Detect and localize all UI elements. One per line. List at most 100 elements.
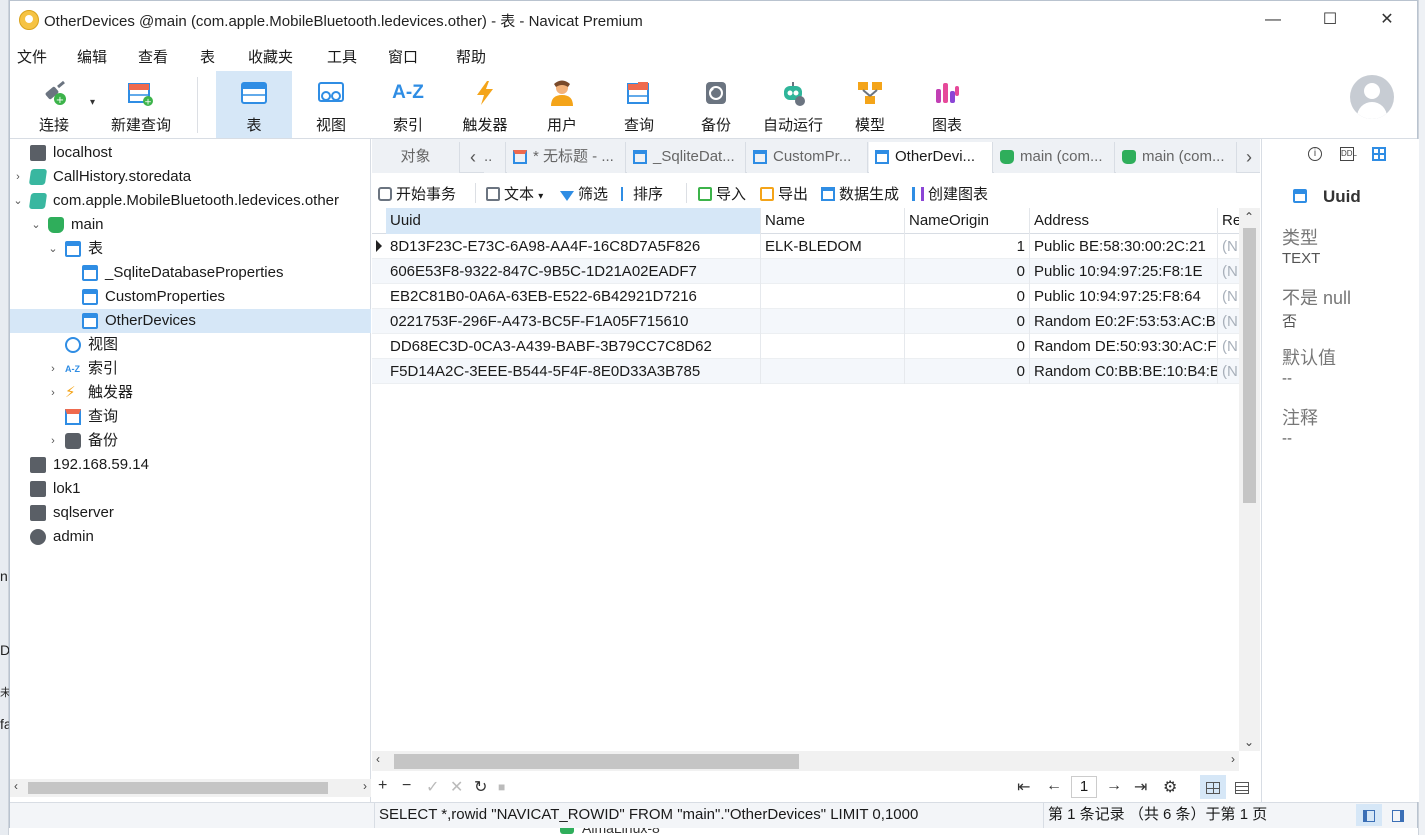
tree-item[interactable]: 192.168.59.14 <box>10 453 371 477</box>
table-row[interactable]: DD68EC3D-0CA3-A439-BABF-3B79CC7C8D62 0 Ran… <box>372 334 1239 359</box>
cell-uuid[interactable]: DD68EC3D-0CA3-A439-BABF-3B79CC7C8D62 <box>386 334 761 359</box>
cell-nameorigin[interactable]: 0 <box>905 359 1030 384</box>
page-number-input[interactable]: 1 <box>1071 776 1097 798</box>
tree-item[interactable]: 查询 <box>10 405 371 429</box>
user-button[interactable]: 用户 <box>524 71 600 138</box>
query-button[interactable]: 查询 <box>601 71 677 138</box>
tab-item[interactable]: main (com... <box>994 142 1115 173</box>
tree-item[interactable]: ⌄ 表 <box>10 237 371 261</box>
tree-item[interactable]: ⌄ main <box>10 213 371 237</box>
next-page-button[interactable]: → <box>1106 777 1122 795</box>
cell-re[interactable]: (N <box>1218 284 1239 309</box>
tab-scroll-left-icon[interactable]: ‹ <box>462 142 484 173</box>
cell-re[interactable]: (N <box>1218 334 1239 359</box>
menu-view[interactable]: 查看 <box>138 46 168 67</box>
column-header-re[interactable]: Re <box>1218 208 1239 234</box>
menu-table[interactable]: 表 <box>200 46 215 67</box>
tab-item[interactable]: .. <box>484 142 506 173</box>
collapse-arrow-icon[interactable]: ⌄ <box>30 213 42 237</box>
refresh-button[interactable]: ↻ <box>474 777 487 797</box>
tree-item[interactable]: › CallHistory.storedata <box>10 165 371 189</box>
cell-uuid[interactable]: F5D14A2C-3EEE-B544-5F4F-8E0D33A3B785 <box>386 359 761 384</box>
connect-button[interactable]: + 连接 <box>16 71 92 138</box>
table-row[interactable]: 8D13F23C-E73C-6A98-AA4F-16C8D7A5F826 ELK-… <box>372 234 1239 259</box>
begin-transaction-button[interactable]: 开始事务 <box>378 183 456 204</box>
add-record-button[interactable]: + <box>378 777 387 795</box>
tree-item[interactable]: 视图 <box>10 333 371 357</box>
table-row[interactable]: 606E53F8-9322-847C-9B5C-1D21A02EADF7 0 Pub… <box>372 259 1239 284</box>
toggle-nav-pane-button[interactable] <box>1356 804 1382 826</box>
minimize-button[interactable]: — <box>1250 5 1296 35</box>
text-button[interactable]: 文本 ▾ <box>486 183 543 204</box>
collapse-arrow-icon[interactable]: ⌄ <box>47 237 59 261</box>
tree-item[interactable]: CustomProperties <box>10 285 371 309</box>
discard-changes-button[interactable]: ✕ <box>450 777 463 797</box>
scroll-right-icon[interactable]: › <box>363 779 367 793</box>
tree-item[interactable]: admin <box>10 525 371 549</box>
column-header-name[interactable]: Name <box>761 208 905 234</box>
last-page-button[interactable]: ⇥ <box>1134 777 1147 797</box>
menu-edit[interactable]: 编辑 <box>77 46 107 67</box>
info-fields-icon[interactable] <box>1370 147 1388 165</box>
tree-item[interactable]: › A-Z 索引 <box>10 357 371 381</box>
index-button[interactable]: A-Z 索引 <box>370 71 446 138</box>
apply-changes-button[interactable]: ✓ <box>426 777 439 797</box>
user-avatar[interactable] <box>1350 75 1394 119</box>
cell-address[interactable]: Public BE:58:30:00:2C:21 <box>1030 234 1218 259</box>
tree-item[interactable]: ⌄ com.apple.MobileBluetooth.ledevices.oth… <box>10 189 371 213</box>
data-generation-button[interactable]: 数据生成 <box>821 183 899 204</box>
grid-vertical-scrollbar[interactable]: ⌃ ⌄ <box>1239 208 1260 751</box>
close-button[interactable]: ✕ <box>1364 5 1410 35</box>
collapse-arrow-icon[interactable]: ⌄ <box>12 189 24 213</box>
menu-help[interactable]: 帮助 <box>456 46 486 67</box>
cell-nameorigin[interactable]: 0 <box>905 309 1030 334</box>
form-view-button[interactable] <box>1229 775 1255 799</box>
tab-item[interactable]: CustomPr... <box>747 142 868 173</box>
column-header-address[interactable]: Address <box>1030 208 1218 234</box>
info-general-icon[interactable]: i <box>1308 147 1322 161</box>
stop-button[interactable]: ■ <box>498 780 505 794</box>
cell-name[interactable] <box>761 359 905 384</box>
cell-address[interactable]: Public 10:94:97:25:F8:64 <box>1030 284 1218 309</box>
cell-uuid[interactable]: 606E53F8-9322-847C-9B5C-1D21A02EADF7 <box>386 259 761 284</box>
menu-tools[interactable]: 工具 <box>327 46 357 67</box>
expand-arrow-icon[interactable]: › <box>12 165 24 189</box>
new-query-button[interactable]: + 新建查询 <box>98 71 184 138</box>
cell-nameorigin[interactable]: 0 <box>905 334 1030 359</box>
scroll-left-icon[interactable]: ‹ <box>14 779 18 793</box>
grid-horizontal-scrollbar[interactable]: ‹ › <box>372 751 1239 771</box>
cell-name[interactable] <box>761 309 905 334</box>
tab-scroll-right-icon[interactable]: › <box>1238 142 1260 173</box>
scroll-left-icon[interactable]: ‹ <box>376 752 380 766</box>
cell-name[interactable] <box>761 284 905 309</box>
tree-item[interactable]: lok1 <box>10 477 371 501</box>
trigger-button[interactable]: 触发器 <box>447 71 523 138</box>
tab-item[interactable]: _SqliteDat... <box>627 142 746 173</box>
expand-arrow-icon[interactable]: › <box>47 381 59 405</box>
export-button[interactable]: 导出 <box>760 183 808 204</box>
sort-button[interactable]: 排序 <box>621 183 663 204</box>
previous-page-button[interactable]: ← <box>1046 777 1062 795</box>
tree-item[interactable]: _SqliteDatabaseProperties <box>10 261 371 285</box>
cell-re[interactable]: (N <box>1218 359 1239 384</box>
tab-item[interactable]: * 无标题 - ... <box>507 142 626 173</box>
table-row[interactable]: EB2C81B0-0A6A-63EB-E522-6B42921D7216 0 Pub… <box>372 284 1239 309</box>
automation-button[interactable]: 自动运行 <box>755 71 831 138</box>
cell-address[interactable]: Random DE:50:93:30:AC:F <box>1030 334 1218 359</box>
column-header-nameorigin[interactable]: NameOrigin <box>905 208 1030 234</box>
cell-address[interactable]: Public 10:94:97:25:F8:1E <box>1030 259 1218 284</box>
scrollbar-thumb[interactable] <box>394 754 799 769</box>
cell-nameorigin[interactable]: 1 <box>905 234 1030 259</box>
expand-arrow-icon[interactable]: › <box>47 429 59 453</box>
menu-file[interactable]: 文件 <box>17 46 47 67</box>
grid-view-button[interactable] <box>1200 775 1226 799</box>
cell-uuid[interactable]: 8D13F23C-E73C-6A98-AA4F-16C8D7A5F826 <box>386 234 761 259</box>
cell-address[interactable]: Random E0:2F:53:53:AC:B <box>1030 309 1218 334</box>
delete-record-button[interactable]: − <box>402 777 411 795</box>
connect-dropdown-icon[interactable]: ▾ <box>90 97 95 108</box>
scrollbar-thumb[interactable] <box>28 782 328 794</box>
cell-re[interactable]: (N <box>1218 309 1239 334</box>
filter-button[interactable]: 筛选 <box>560 183 608 204</box>
backup-button[interactable]: 备份 <box>678 71 754 138</box>
cell-uuid[interactable]: 0221753F-296F-A473-BC5F-F1A05F715610 <box>386 309 761 334</box>
